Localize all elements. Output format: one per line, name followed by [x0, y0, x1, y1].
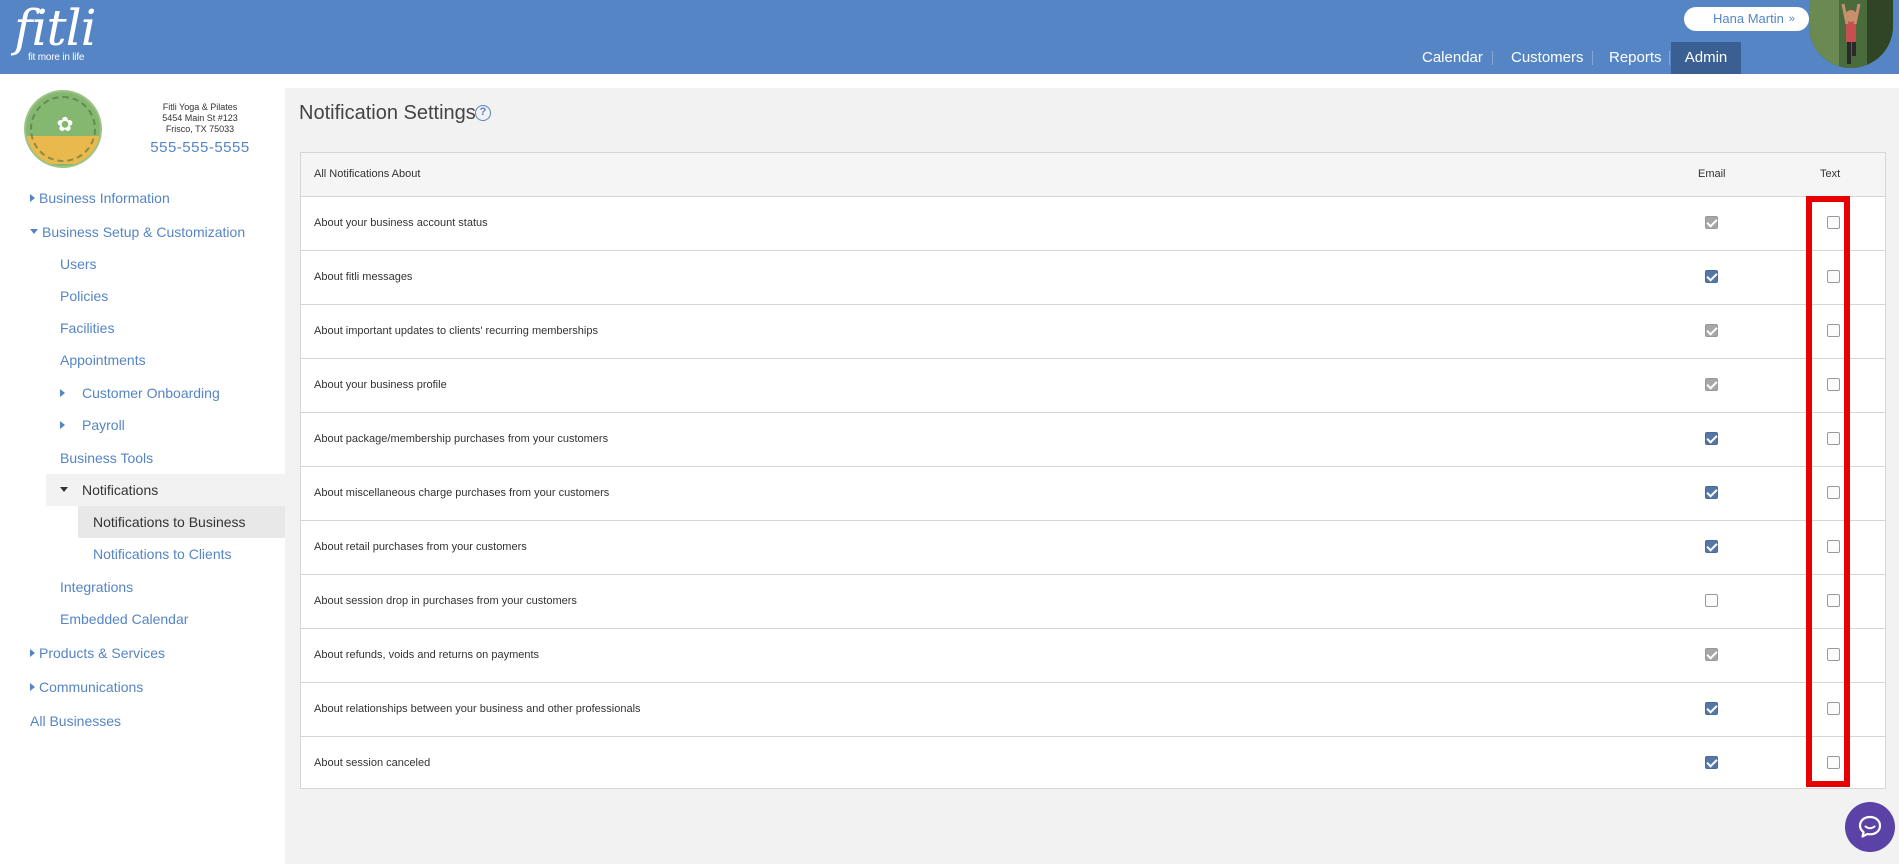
row-label: About fitli messages [314, 271, 413, 283]
sidebar-item-facilities[interactable]: Facilities [60, 318, 114, 338]
chevron-down-icon: » [1788, 13, 1795, 25]
business-phone[interactable]: 555-555-5555 [140, 139, 260, 156]
triangle-down-icon [30, 229, 38, 234]
email-checkbox[interactable] [1705, 756, 1718, 769]
row-label: About your business profile [314, 379, 447, 391]
nav-reports[interactable]: Reports [1609, 42, 1662, 74]
sidebar-item-policies[interactable]: Policies [60, 286, 108, 306]
text-checkbox[interactable] [1827, 594, 1840, 607]
logo-word: fitli [14, 0, 97, 57]
table-row: About relationships between your busines… [301, 683, 1885, 737]
text-checkbox[interactable] [1827, 324, 1840, 337]
sidebar-item-notifications[interactable]: Notifications [82, 480, 158, 500]
email-checkbox[interactable] [1705, 432, 1718, 445]
text-checkbox[interactable] [1827, 540, 1840, 553]
table-row: About your business profile [301, 359, 1885, 413]
row-label: About relationships between your busines… [314, 703, 641, 715]
sidebar-item-embedded-calendar[interactable]: Embedded Calendar [60, 609, 188, 629]
sidebar-item-payroll[interactable]: Payroll [82, 415, 125, 435]
email-checkbox[interactable] [1705, 270, 1718, 283]
triangle-right-icon [30, 649, 35, 657]
lotus-icon: ✿ [56, 114, 74, 136]
chat-button[interactable] [1845, 802, 1895, 852]
row-label: About session canceled [314, 757, 431, 769]
avatar[interactable] [1809, 0, 1893, 68]
business-address-line1: 5454 Main St #123 [162, 113, 238, 123]
table-row: About session drop in purchases from you… [301, 575, 1885, 629]
table-row: About fitli messages [301, 251, 1885, 305]
email-checkbox[interactable] [1705, 486, 1718, 499]
table-row: About session canceled [301, 737, 1885, 791]
logo-tagline: fit more in life [28, 52, 85, 63]
text-checkbox[interactable] [1827, 756, 1840, 769]
sidebar-item-notifications-to-clients[interactable]: Notifications to Clients [93, 544, 232, 564]
email-checkbox [1705, 378, 1718, 391]
column-header-email: Email [1698, 168, 1726, 180]
fitli-logo[interactable]: fitli fit more in life [14, 0, 97, 63]
column-header-label: All Notifications About [314, 168, 421, 180]
triangle-down-icon [60, 487, 68, 492]
user-menu-button[interactable]: Hana Martin » [1684, 7, 1809, 31]
email-checkbox[interactable] [1705, 540, 1718, 553]
sidebar-item-appointments[interactable]: Appointments [60, 350, 146, 370]
text-checkbox[interactable] [1827, 486, 1840, 499]
user-name: Hana Martin [1713, 11, 1784, 26]
triangle-right-icon [60, 421, 65, 429]
sidebar-item-integrations[interactable]: Integrations [60, 577, 133, 597]
nav-customers[interactable]: Customers [1511, 42, 1584, 74]
business-name: Fitli Yoga & Pilates [162, 102, 238, 112]
row-label: About package/membership purchases from … [314, 433, 609, 445]
row-label: About your business account status [314, 217, 488, 229]
sidebar-item-all-businesses[interactable]: All Businesses [30, 711, 121, 731]
triangle-right-icon [60, 389, 65, 397]
email-checkbox[interactable] [1705, 594, 1718, 607]
row-label: About refunds, voids and returns on paym… [314, 649, 540, 661]
text-checkbox[interactable] [1827, 216, 1840, 229]
sidebar-item-notifications-to-business[interactable]: Notifications to Business [93, 512, 246, 532]
table-header: All Notifications About Email Text [301, 153, 1885, 197]
nav-divider [1492, 51, 1493, 65]
email-checkbox [1705, 648, 1718, 661]
page-title: Notification Settings [299, 102, 476, 124]
sidebar-item-products-services[interactable]: Products & Services [39, 643, 165, 663]
business-address-line2: Frisco, TX 75033 [165, 124, 235, 134]
email-checkbox[interactable] [1705, 702, 1718, 715]
triangle-right-icon [30, 194, 35, 202]
nav-divider [1669, 51, 1670, 65]
table-row: About important updates to clients' recu… [301, 305, 1885, 359]
sidebar-item-customer-onboarding[interactable]: Customer Onboarding [82, 383, 220, 403]
row-label: About important updates to clients' recu… [314, 325, 598, 337]
email-checkbox [1705, 216, 1718, 229]
table-row: About package/membership purchases from … [301, 413, 1885, 467]
nav-divider [1592, 51, 1593, 65]
business-address: Fitli Yoga & Pilates 5454 Main St #123 F… [140, 102, 260, 135]
sidebar-item-business-information[interactable]: Business Information [39, 188, 170, 208]
text-checkbox[interactable] [1827, 432, 1840, 445]
table-row: About miscellaneous charge purchases fro… [301, 467, 1885, 521]
column-header-text: Text [1820, 168, 1841, 180]
sidebar-item-business-setup[interactable]: Business Setup & Customization [42, 222, 245, 242]
row-label: About session drop in purchases from you… [314, 595, 577, 607]
top-header: fitli fit more in life Hana Martin » Cal… [0, 0, 1899, 74]
sidebar-item-business-tools[interactable]: Business Tools [60, 448, 153, 468]
table-row: About your business account status [301, 197, 1885, 251]
row-label: About miscellaneous charge purchases fro… [314, 487, 610, 499]
row-label: About retail purchases from your custome… [314, 541, 527, 553]
nav-calendar[interactable]: Calendar [1422, 42, 1483, 74]
business-logo: ✿ [24, 90, 102, 168]
help-circle-icon[interactable]: ? [475, 105, 491, 121]
sidebar-item-users[interactable]: Users [60, 254, 97, 274]
nav-admin[interactable]: Admin [1671, 42, 1741, 74]
table-row: About refunds, voids and returns on paym… [301, 629, 1885, 683]
text-checkbox[interactable] [1827, 270, 1840, 283]
sidebar-item-communications[interactable]: Communications [39, 677, 143, 697]
table-row: About retail purchases from your custome… [301, 521, 1885, 575]
text-checkbox[interactable] [1827, 648, 1840, 661]
text-checkbox[interactable] [1827, 378, 1840, 391]
chat-bubble-icon [1858, 815, 1882, 838]
text-checkbox[interactable] [1827, 702, 1840, 715]
email-checkbox [1705, 324, 1718, 337]
triangle-right-icon [30, 683, 35, 691]
notifications-table: All Notifications About Email Text About… [300, 152, 1886, 789]
